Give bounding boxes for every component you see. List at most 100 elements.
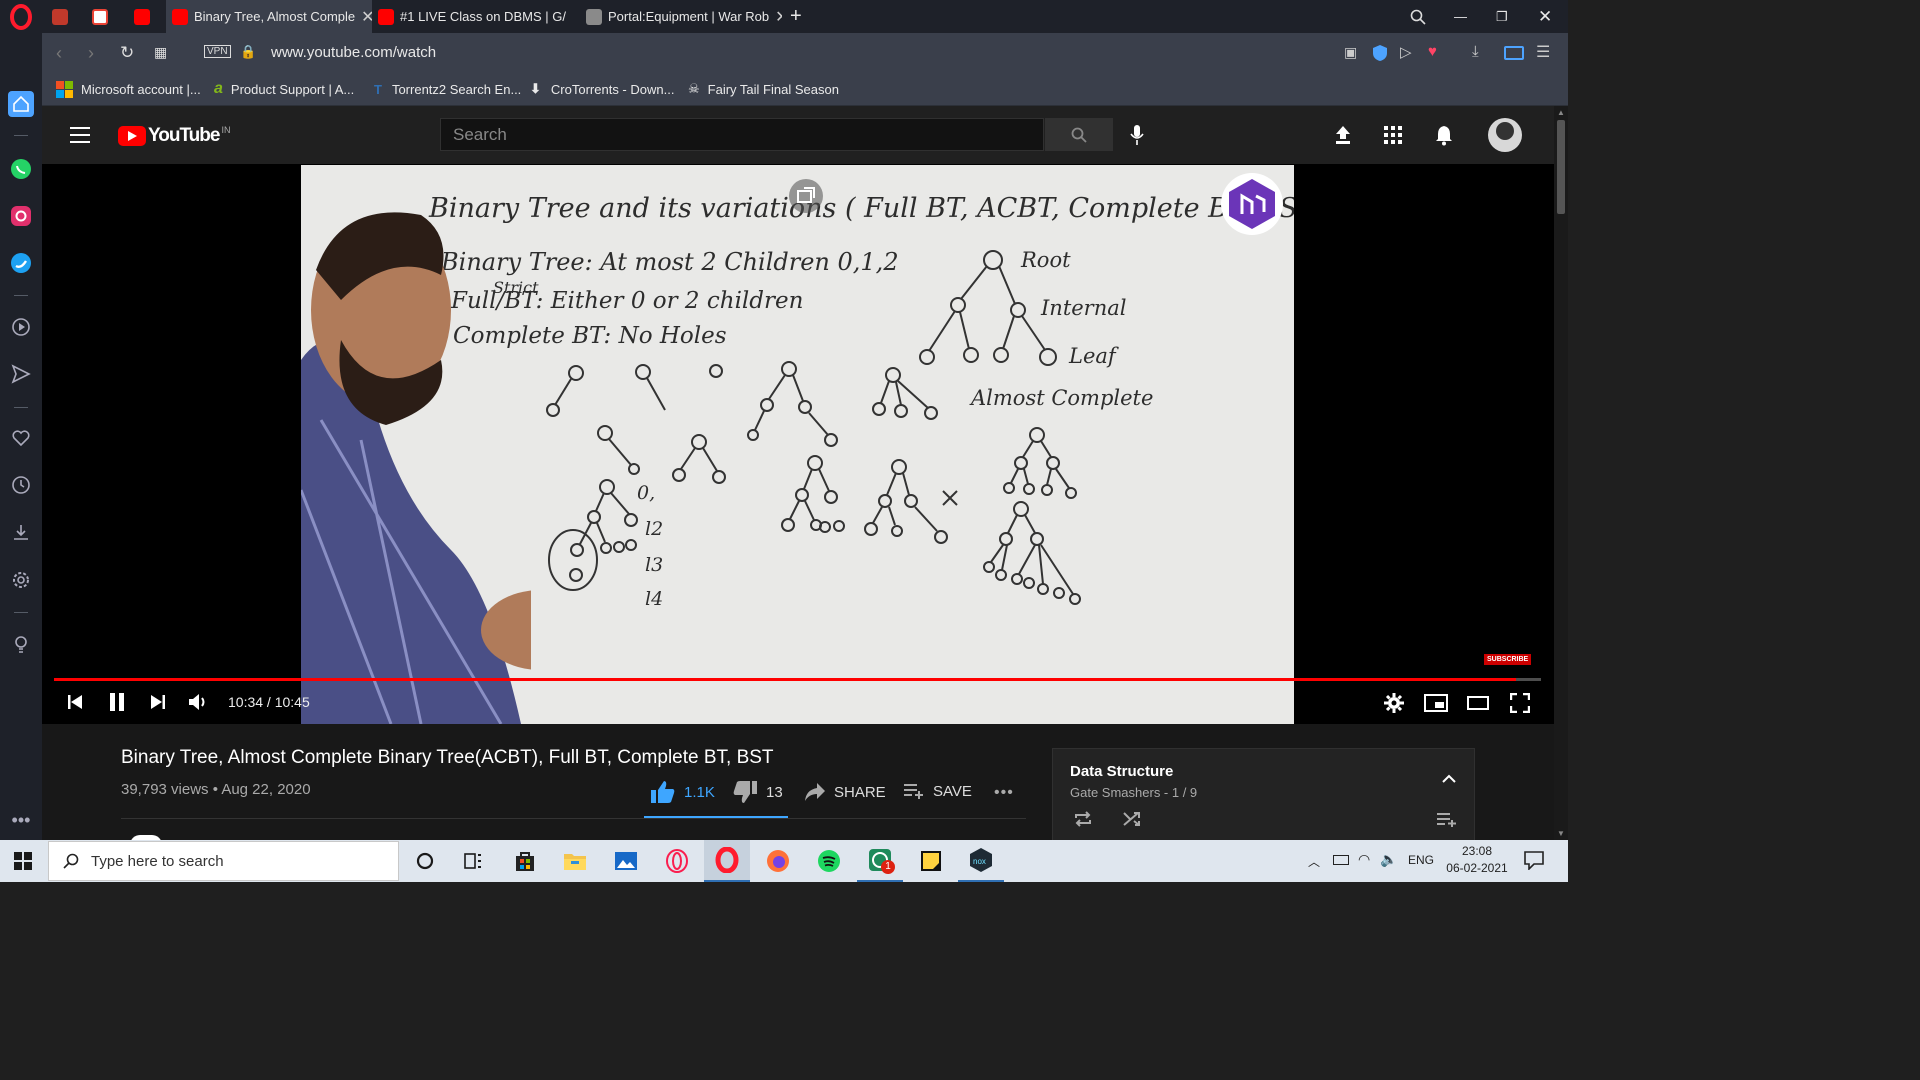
whiteboard-level-1: 0, bbox=[637, 482, 655, 504]
youtube-logo[interactable]: YouTube IN bbox=[118, 125, 230, 147]
spotify-icon[interactable] bbox=[806, 840, 852, 882]
volume-speaker-icon[interactable]: 🔈 bbox=[1380, 851, 1397, 868]
bookmark-torrentz[interactable]: T Torrentz2 Search En... bbox=[374, 73, 521, 105]
nox-player-icon[interactable]: nox bbox=[958, 840, 1004, 882]
channel-watermark-logo[interactable] bbox=[1221, 173, 1283, 235]
tab-war-robots[interactable]: Portal:Equipment | War Rob ✕ bbox=[586, 0, 782, 33]
progress-track[interactable] bbox=[54, 678, 1541, 681]
photos-icon[interactable] bbox=[603, 840, 649, 882]
avatar[interactable] bbox=[1488, 118, 1522, 152]
search-input[interactable]: Search bbox=[440, 118, 1044, 151]
theater-mode-button[interactable] bbox=[1465, 691, 1491, 715]
share-button[interactable]: SHARE bbox=[804, 782, 886, 802]
heart-icon[interactable]: ♥ bbox=[1428, 43, 1437, 60]
language-indicator[interactable]: ENG bbox=[1408, 853, 1434, 867]
search-button[interactable] bbox=[1045, 118, 1113, 151]
page-scrollbar[interactable]: ▲ ▼ bbox=[1554, 106, 1568, 840]
hamburger-menu-icon[interactable] bbox=[70, 127, 90, 143]
action-center-icon[interactable] bbox=[1524, 850, 1544, 875]
settings-gear-icon[interactable] bbox=[8, 567, 34, 593]
tab-gmail[interactable] bbox=[92, 0, 114, 33]
snapshot-camera-icon[interactable]: ▣ bbox=[1344, 44, 1357, 61]
whatsapp-icon[interactable] bbox=[8, 156, 34, 182]
tab-binary-tree[interactable]: Binary Tree, Almost Comple ✕ bbox=[166, 0, 372, 33]
tab-youtube[interactable] bbox=[134, 0, 156, 33]
player-icon[interactable] bbox=[8, 314, 34, 340]
battery-saver-icon[interactable] bbox=[1504, 46, 1524, 60]
forward-icon[interactable]: › bbox=[88, 43, 94, 64]
back-icon[interactable]: ‹ bbox=[56, 43, 62, 64]
task-view-icon[interactable] bbox=[450, 840, 496, 882]
vpn-badge[interactable]: VPN bbox=[204, 45, 231, 58]
history-clock-icon[interactable] bbox=[8, 472, 34, 498]
twitter-icon[interactable] bbox=[8, 250, 34, 276]
save-button[interactable]: SAVE bbox=[903, 782, 972, 800]
upload-icon[interactable] bbox=[1334, 125, 1352, 150]
close-tab-icon[interactable]: ✕ bbox=[361, 7, 372, 27]
bookmark-acer[interactable]: a Product Support | A... bbox=[214, 73, 354, 105]
show-hidden-icons-chevron-icon[interactable]: ︿ bbox=[1308, 853, 1320, 870]
close-tab-icon[interactable]: ✕ bbox=[775, 7, 782, 27]
wifi-icon[interactable]: ◠ bbox=[1358, 851, 1370, 868]
bookmark-microsoft[interactable]: Microsoft account |... bbox=[56, 73, 201, 105]
adblock-shield-icon[interactable] bbox=[1372, 44, 1388, 67]
previous-button[interactable] bbox=[64, 691, 86, 713]
close-tab-icon[interactable]: ✕ bbox=[572, 7, 574, 27]
cortana-icon[interactable] bbox=[402, 840, 448, 882]
file-explorer-icon[interactable] bbox=[552, 840, 598, 882]
like-button[interactable]: 1.1K bbox=[650, 780, 715, 804]
tab-dbms-live[interactable]: #1 LIVE Class on DBMS | G/ ✕ bbox=[378, 0, 574, 33]
tab-search-icon[interactable] bbox=[1410, 0, 1430, 33]
whatsapp-app-icon[interactable]: 1 bbox=[857, 840, 903, 882]
instagram-icon[interactable] bbox=[8, 203, 34, 229]
tabs-grid-icon[interactable]: ▦ bbox=[154, 44, 167, 61]
heart-icon[interactable] bbox=[8, 425, 34, 451]
voice-search-mic-icon[interactable] bbox=[1130, 124, 1144, 151]
easy-setup-icon[interactable]: ☰ bbox=[1536, 42, 1550, 62]
download-icon[interactable]: ⤓ bbox=[1472, 43, 1479, 60]
dislike-button[interactable]: 13 bbox=[732, 780, 783, 804]
battery-icon[interactable] bbox=[1333, 855, 1349, 865]
settings-button[interactable] bbox=[1382, 691, 1406, 715]
url-text[interactable]: www.youtube.com/watch bbox=[271, 44, 436, 61]
sticky-notes-icon[interactable] bbox=[908, 840, 954, 882]
miniplayer-button[interactable] bbox=[1423, 691, 1449, 715]
downloads-icon[interactable] bbox=[8, 519, 34, 545]
maximize-icon[interactable]: ❐ bbox=[1496, 0, 1512, 33]
close-window-icon[interactable]: ✕ bbox=[1538, 0, 1556, 33]
speed-dial-home-icon[interactable] bbox=[8, 91, 34, 117]
new-tab-plus-icon[interactable]: + bbox=[790, 0, 810, 33]
popout-video-icon[interactable] bbox=[789, 179, 823, 213]
playlist-add-icon[interactable] bbox=[1436, 811, 1458, 832]
lightbulb-icon[interactable] bbox=[8, 631, 34, 657]
send-icon[interactable] bbox=[8, 361, 34, 387]
opera-logo-icon[interactable] bbox=[8, 4, 34, 30]
microsoft-store-icon[interactable] bbox=[502, 840, 548, 882]
shuffle-icon[interactable] bbox=[1123, 811, 1143, 832]
more-dots-icon[interactable]: ••• bbox=[8, 807, 34, 833]
clock[interactable]: 23:08 06-02-2021 bbox=[1446, 844, 1508, 875]
collapse-chevron-up-icon[interactable] bbox=[1442, 771, 1456, 789]
notifications-bell-icon[interactable] bbox=[1435, 124, 1453, 151]
send-icon[interactable]: ▷ bbox=[1400, 43, 1412, 61]
firefox-icon[interactable] bbox=[755, 840, 801, 882]
pause-button[interactable] bbox=[105, 690, 129, 714]
taskbar-search-input[interactable]: Type here to search bbox=[48, 841, 399, 881]
opera-browser-icon[interactable] bbox=[704, 840, 750, 882]
tab-pinned-1[interactable] bbox=[52, 0, 74, 33]
next-button[interactable] bbox=[147, 691, 169, 713]
start-button[interactable] bbox=[0, 840, 46, 882]
more-actions-icon[interactable]: ••• bbox=[994, 784, 1014, 802]
volume-button[interactable] bbox=[186, 691, 210, 713]
fullscreen-button[interactable] bbox=[1507, 691, 1533, 715]
video-player[interactable]: Binary Tree and its variations ( Full BT… bbox=[42, 164, 1554, 725]
scrollbar-thumb[interactable] bbox=[1557, 120, 1565, 214]
reload-icon[interactable]: ↻ bbox=[120, 43, 134, 63]
opera-gx-icon[interactable] bbox=[654, 840, 700, 882]
minimize-icon[interactable]: — bbox=[1454, 0, 1470, 33]
bookmark-crotorrents[interactable]: ⬇ CroTorrents - Down... bbox=[530, 73, 674, 105]
apps-grid-icon[interactable] bbox=[1384, 126, 1402, 149]
subscribe-badge[interactable]: SUBSCRIBE bbox=[1484, 654, 1532, 665]
bookmark-fairy-tail[interactable]: ☠ Fairy Tail Final Season bbox=[688, 73, 839, 105]
loop-icon[interactable] bbox=[1073, 811, 1093, 832]
